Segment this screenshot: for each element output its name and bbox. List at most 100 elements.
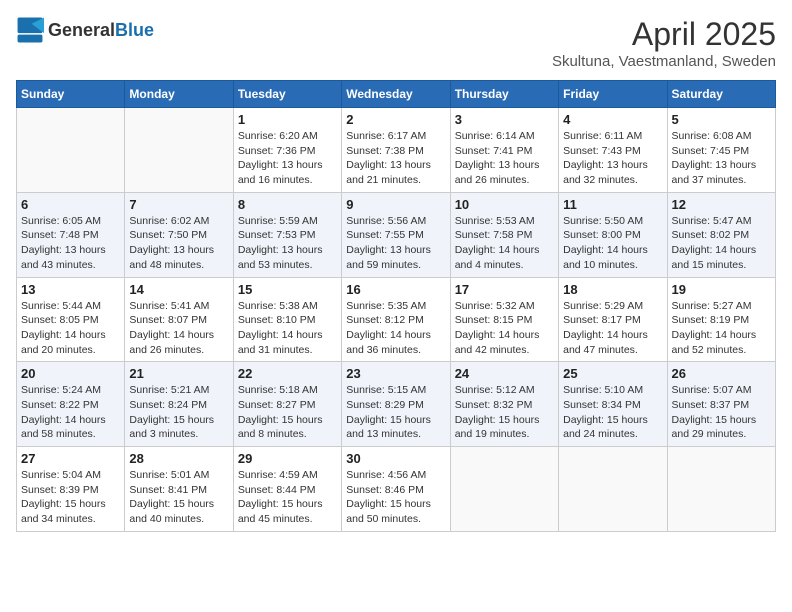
calendar-cell: 4 Sunrise: 6:11 AM Sunset: 7:43 PM Daylig…: [559, 108, 667, 193]
calendar-cell: 14 Sunrise: 5:41 AM Sunset: 8:07 PM Dayli…: [125, 277, 233, 362]
calendar-cell: 12 Sunrise: 5:47 AM Sunset: 8:02 PM Dayli…: [667, 192, 775, 277]
day-number: 16: [346, 282, 445, 297]
day-info: Sunrise: 5:32 AM Sunset: 8:15 PM Dayligh…: [455, 299, 554, 358]
logo-icon: [16, 16, 44, 44]
day-info: Sunrise: 6:02 AM Sunset: 7:50 PM Dayligh…: [129, 214, 228, 273]
calendar-week-row: 13Sunrise: 5:44 AM Sunset: 8:05 PM Dayli…: [17, 277, 776, 362]
day-info: Sunrise: 6:11 AM Sunset: 7:43 PM Dayligh…: [563, 129, 662, 188]
day-info: Sunrise: 5:21 AM Sunset: 8:24 PM Dayligh…: [129, 383, 228, 442]
day-number: 23: [346, 366, 445, 381]
logo: GeneralBlue: [16, 16, 154, 44]
day-number: 1: [238, 112, 337, 127]
calendar-cell: 22 Sunrise: 5:18 AM Sunset: 8:27 PM Dayli…: [233, 362, 341, 447]
day-info: Sunrise: 5:41 AM Sunset: 8:07 PM Dayligh…: [129, 299, 228, 358]
calendar-cell: 13Sunrise: 5:44 AM Sunset: 8:05 PM Dayli…: [17, 277, 125, 362]
calendar-cell: 21 Sunrise: 5:21 AM Sunset: 8:24 PM Dayli…: [125, 362, 233, 447]
day-number: 4: [563, 112, 662, 127]
day-number: 15: [238, 282, 337, 297]
day-number: 21: [129, 366, 228, 381]
weekday-header: Thursday: [450, 81, 558, 108]
day-info: Sunrise: 5:29 AM Sunset: 8:17 PM Dayligh…: [563, 299, 662, 358]
day-info: Sunrise: 5:59 AM Sunset: 7:53 PM Dayligh…: [238, 214, 337, 273]
calendar-cell: 19Sunrise: 5:27 AM Sunset: 8:19 PM Dayli…: [667, 277, 775, 362]
day-info: Sunrise: 5:04 AM Sunset: 8:39 PM Dayligh…: [21, 468, 120, 527]
day-info: Sunrise: 5:24 AM Sunset: 8:22 PM Dayligh…: [21, 383, 120, 442]
day-number: 14: [129, 282, 228, 297]
day-info: Sunrise: 5:15 AM Sunset: 8:29 PM Dayligh…: [346, 383, 445, 442]
calendar-cell: 3Sunrise: 6:14 AM Sunset: 7:41 PM Daylig…: [450, 108, 558, 193]
day-number: 17: [455, 282, 554, 297]
calendar-subtitle: Skultuna, Vaestmanland, Sweden: [552, 53, 776, 70]
day-number: 6: [21, 197, 120, 212]
calendar-cell: 26Sunrise: 5:07 AM Sunset: 8:37 PM Dayli…: [667, 362, 775, 447]
day-number: 11: [563, 197, 662, 212]
day-number: 20: [21, 366, 120, 381]
calendar-cell: 28 Sunrise: 5:01 AM Sunset: 8:41 PM Dayli…: [125, 447, 233, 532]
day-info: Sunrise: 4:59 AM Sunset: 8:44 PM Dayligh…: [238, 468, 337, 527]
day-info: Sunrise: 4:56 AM Sunset: 8:46 PM Dayligh…: [346, 468, 445, 527]
day-info: Sunrise: 5:38 AM Sunset: 8:10 PM Dayligh…: [238, 299, 337, 358]
calendar-week-row: 20 Sunrise: 5:24 AM Sunset: 8:22 PM Dayli…: [17, 362, 776, 447]
day-number: 5: [672, 112, 771, 127]
calendar-week-row: 27 Sunrise: 5:04 AM Sunset: 8:39 PM Dayli…: [17, 447, 776, 532]
calendar-cell: [17, 108, 125, 193]
day-number: 3: [455, 112, 554, 127]
weekday-header: Wednesday: [342, 81, 450, 108]
calendar-cell: 9Sunrise: 5:56 AM Sunset: 7:55 PM Daylig…: [342, 192, 450, 277]
calendar-cell: 20 Sunrise: 5:24 AM Sunset: 8:22 PM Dayli…: [17, 362, 125, 447]
calendar-cell: 17 Sunrise: 5:32 AM Sunset: 8:15 PM Dayli…: [450, 277, 558, 362]
logo-text-blue: Blue: [115, 20, 154, 40]
calendar-cell: [125, 108, 233, 193]
weekday-header: Sunday: [17, 81, 125, 108]
day-number: 12: [672, 197, 771, 212]
calendar-cell: 27 Sunrise: 5:04 AM Sunset: 8:39 PM Dayli…: [17, 447, 125, 532]
day-number: 29: [238, 451, 337, 466]
weekday-row: SundayMondayTuesdayWednesdayThursdayFrid…: [17, 81, 776, 108]
day-number: 25: [563, 366, 662, 381]
day-info: Sunrise: 5:56 AM Sunset: 7:55 PM Dayligh…: [346, 214, 445, 273]
day-number: 26: [672, 366, 771, 381]
day-info: Sunrise: 5:47 AM Sunset: 8:02 PM Dayligh…: [672, 214, 771, 273]
day-info: Sunrise: 6:17 AM Sunset: 7:38 PM Dayligh…: [346, 129, 445, 188]
calendar-cell: 16 Sunrise: 5:35 AM Sunset: 8:12 PM Dayli…: [342, 277, 450, 362]
calendar-cell: 7 Sunrise: 6:02 AM Sunset: 7:50 PM Daylig…: [125, 192, 233, 277]
calendar-week-row: 1 Sunrise: 6:20 AM Sunset: 7:36 PM Daylig…: [17, 108, 776, 193]
calendar-cell: 29 Sunrise: 4:59 AM Sunset: 8:44 PM Dayli…: [233, 447, 341, 532]
day-info: Sunrise: 5:44 AM Sunset: 8:05 PM Dayligh…: [21, 299, 120, 358]
calendar-cell: 5 Sunrise: 6:08 AM Sunset: 7:45 PM Daylig…: [667, 108, 775, 193]
calendar-cell: 6 Sunrise: 6:05 AM Sunset: 7:48 PM Daylig…: [17, 192, 125, 277]
day-info: Sunrise: 5:53 AM Sunset: 7:58 PM Dayligh…: [455, 214, 554, 273]
calendar-cell: 24Sunrise: 5:12 AM Sunset: 8:32 PM Dayli…: [450, 362, 558, 447]
calendar-cell: 2 Sunrise: 6:17 AM Sunset: 7:38 PM Daylig…: [342, 108, 450, 193]
day-number: 18: [563, 282, 662, 297]
calendar-cell: 1 Sunrise: 6:20 AM Sunset: 7:36 PM Daylig…: [233, 108, 341, 193]
day-info: Sunrise: 5:01 AM Sunset: 8:41 PM Dayligh…: [129, 468, 228, 527]
calendar-table: SundayMondayTuesdayWednesdayThursdayFrid…: [16, 80, 776, 532]
day-number: 28: [129, 451, 228, 466]
day-number: 22: [238, 366, 337, 381]
calendar-cell: [450, 447, 558, 532]
day-info: Sunrise: 6:20 AM Sunset: 7:36 PM Dayligh…: [238, 129, 337, 188]
day-number: 10: [455, 197, 554, 212]
day-number: 7: [129, 197, 228, 212]
calendar-cell: 15 Sunrise: 5:38 AM Sunset: 8:10 PM Dayli…: [233, 277, 341, 362]
calendar-body: 1 Sunrise: 6:20 AM Sunset: 7:36 PM Daylig…: [17, 108, 776, 532]
day-number: 27: [21, 451, 120, 466]
calendar-cell: 25 Sunrise: 5:10 AM Sunset: 8:34 PM Dayli…: [559, 362, 667, 447]
calendar-header: SundayMondayTuesdayWednesdayThursdayFrid…: [17, 81, 776, 108]
weekday-header: Tuesday: [233, 81, 341, 108]
day-number: 8: [238, 197, 337, 212]
day-number: 30: [346, 451, 445, 466]
logo-text-general: General: [48, 20, 115, 40]
calendar-cell: 8 Sunrise: 5:59 AM Sunset: 7:53 PM Daylig…: [233, 192, 341, 277]
day-info: Sunrise: 5:18 AM Sunset: 8:27 PM Dayligh…: [238, 383, 337, 442]
day-info: Sunrise: 5:35 AM Sunset: 8:12 PM Dayligh…: [346, 299, 445, 358]
day-number: 2: [346, 112, 445, 127]
calendar-cell: [559, 447, 667, 532]
day-info: Sunrise: 6:08 AM Sunset: 7:45 PM Dayligh…: [672, 129, 771, 188]
calendar-cell: [667, 447, 775, 532]
day-info: Sunrise: 5:10 AM Sunset: 8:34 PM Dayligh…: [563, 383, 662, 442]
day-info: Sunrise: 5:12 AM Sunset: 8:32 PM Dayligh…: [455, 383, 554, 442]
calendar-week-row: 6 Sunrise: 6:05 AM Sunset: 7:48 PM Daylig…: [17, 192, 776, 277]
day-info: Sunrise: 6:05 AM Sunset: 7:48 PM Dayligh…: [21, 214, 120, 273]
